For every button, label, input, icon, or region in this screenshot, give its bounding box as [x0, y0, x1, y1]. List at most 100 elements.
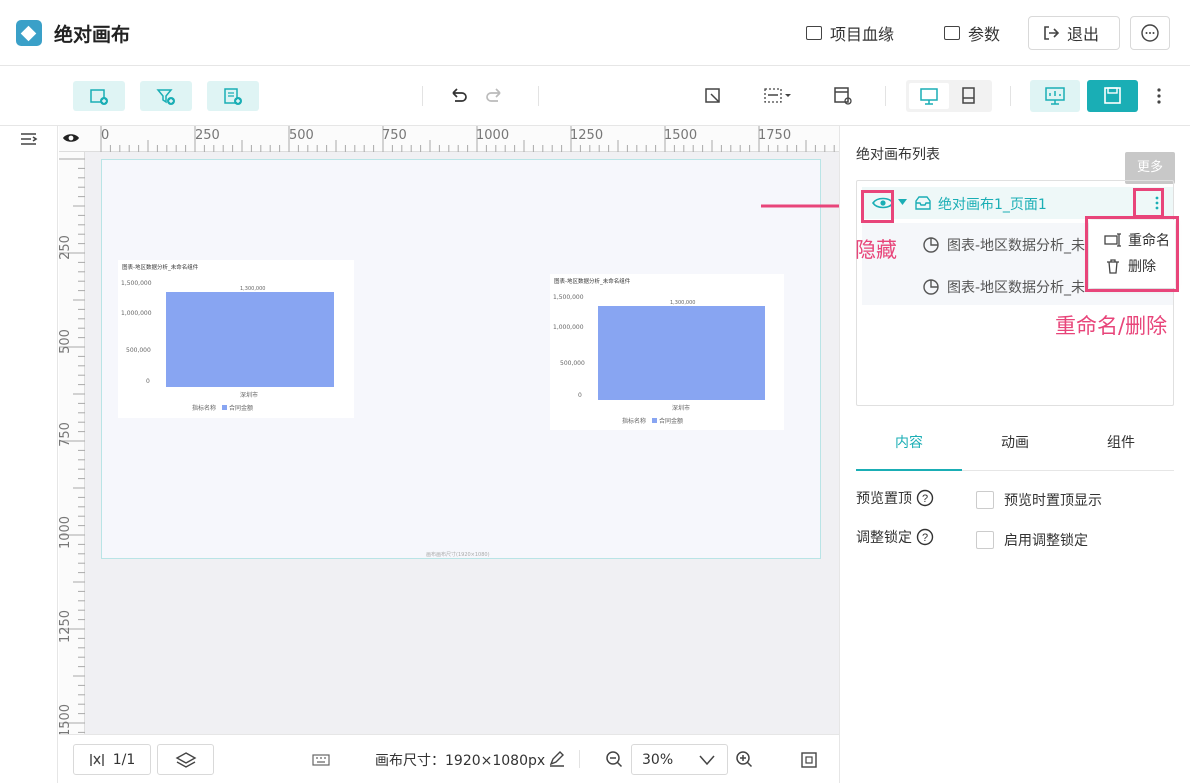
- add-table-button[interactable]: [207, 81, 259, 111]
- project-lineage-button[interactable]: 项目血缘: [806, 16, 894, 50]
- outline-list-icon[interactable]: [20, 132, 38, 148]
- canvas-size-label: 画布尺寸：1920×1080px: [375, 753, 546, 769]
- zoom-in-icon[interactable]: [735, 750, 755, 770]
- y-tick: 1,500,000: [121, 280, 152, 287]
- annotation-hide-label: 隐藏: [855, 238, 897, 262]
- y-tick: 500,000: [560, 360, 585, 367]
- left-sidebar: [0, 66, 58, 783]
- annotation-box-eye: [861, 190, 894, 223]
- params-button[interactable]: 参数: [944, 16, 1000, 50]
- list-item-chart[interactable]: 图表-地区数据分析_未: [923, 235, 1085, 255]
- layers-button[interactable]: [157, 744, 214, 775]
- setting-label: 预览置顶: [856, 491, 912, 507]
- checkbox[interactable]: [976, 491, 994, 509]
- ruler-label: 500: [289, 128, 314, 143]
- desktop-icon: [920, 88, 938, 105]
- undo-icon[interactable]: [447, 85, 469, 107]
- chart-widget-1[interactable]: 图表-地区数据分析_未命名组件 1,500,000 1,000,000 500,…: [118, 260, 354, 418]
- page-navigator-button[interactable]: 1/1: [73, 744, 151, 775]
- legend-label: 指标名称: [622, 418, 647, 425]
- ruler-label: 1250: [570, 128, 604, 143]
- help-icon[interactable]: ?: [916, 489, 934, 507]
- svg-text:?: ?: [922, 532, 928, 544]
- ruler-label: 750: [59, 422, 73, 447]
- toolbar-divider: [422, 86, 423, 106]
- lock-checkbox[interactable]: 启用调整锁定: [976, 530, 1088, 550]
- page-icon: [90, 753, 104, 766]
- save-button[interactable]: [1087, 80, 1138, 112]
- preview-button[interactable]: [1030, 80, 1080, 112]
- add-filter-button[interactable]: [140, 81, 192, 111]
- exit-button[interactable]: 退出: [1028, 16, 1120, 50]
- canvas-settings-icon[interactable]: [832, 85, 854, 107]
- more-vertical-icon[interactable]: [1150, 86, 1168, 106]
- keyboard-icon[interactable]: [312, 753, 330, 767]
- chart-bar: [166, 292, 334, 387]
- tab-animation[interactable]: 动画: [962, 429, 1068, 471]
- chart-widget-2[interactable]: 图表-地区数据分析_未命名组件 1,500,000 1,000,000 500,…: [550, 274, 784, 430]
- bar-data-label: 1,300,000: [240, 286, 266, 292]
- redo-icon[interactable]: [484, 85, 506, 107]
- tab-content[interactable]: 内容: [856, 429, 962, 471]
- toolbar-divider: [1010, 86, 1011, 106]
- lineage-icon: [806, 26, 822, 40]
- list-item-chart[interactable]: 图表-地区数据分析_未: [923, 277, 1085, 297]
- preview-top-checkbox[interactable]: 预览时置顶显示: [976, 490, 1102, 510]
- eye-icon[interactable]: [62, 131, 80, 145]
- ruler-label: 1500: [59, 703, 74, 734]
- table-add-icon: [224, 88, 242, 105]
- y-tick: 500,000: [126, 347, 151, 354]
- add-image-button[interactable]: [73, 81, 125, 111]
- filter-add-icon: [156, 89, 175, 105]
- page-layer-icon: [915, 196, 931, 210]
- chart-title: 图表-地区数据分析_未命名组件: [554, 279, 631, 285]
- chevron-down-icon: [699, 755, 715, 766]
- canvas-page[interactable]: 图表-地区数据分析_未命名组件 1,500,000 1,000,000 500,…: [101, 159, 821, 559]
- desktop-view-button[interactable]: [909, 83, 949, 109]
- right-panel: 绝对画布列表 更多 绝对画布1_页面1 图表-地区数据分析_未 图表-地区数据分…: [839, 126, 1190, 783]
- ruler-label: 1000: [476, 128, 510, 143]
- canvas-area[interactable]: 0 250 500 750 1000 1250 1500 1750 250 50…: [59, 126, 839, 734]
- select-frame-icon[interactable]: [702, 85, 724, 107]
- legend-label: 合同金额: [659, 418, 684, 425]
- legend-swatch: [222, 405, 227, 410]
- align-distribute-icon[interactable]: [763, 85, 793, 107]
- bottom-bar: 1/1 画布尺寸：1920×1080px 30%: [59, 734, 839, 783]
- edit-pen-icon[interactable]: [548, 751, 566, 767]
- annotation-box-more: [1133, 188, 1164, 218]
- y-tick: 0: [146, 378, 150, 385]
- toolbar-divider: [538, 86, 539, 106]
- help-icon[interactable]: ?: [916, 528, 934, 546]
- setting-row-preview-top: 预览置顶 ?: [856, 488, 934, 508]
- preview-icon: [1045, 87, 1065, 105]
- x-category-label: 深圳市: [240, 392, 259, 399]
- save-icon: [1104, 87, 1121, 104]
- legend-swatch: [652, 418, 657, 423]
- tab-bar: 内容 动画 组件: [856, 429, 1174, 471]
- toolbar-divider: [885, 86, 886, 106]
- zoom-out-icon[interactable]: [605, 750, 625, 770]
- setting-label: 调整锁定: [856, 530, 912, 546]
- ruler-label: 1500: [664, 128, 698, 143]
- mobile-view-icon[interactable]: [956, 86, 980, 106]
- more-options-button[interactable]: [1130, 16, 1170, 50]
- image-add-icon: [90, 89, 108, 105]
- page-item-label: 绝对画布1_页面1: [938, 197, 1047, 213]
- y-tick: 1,000,000: [121, 310, 152, 317]
- more-horizontal-icon: [1141, 24, 1159, 42]
- annotation-rename-delete-label: 重命名/删除: [1055, 314, 1168, 338]
- caret-down-icon[interactable]: [898, 199, 908, 207]
- tab-components[interactable]: 组件: [1068, 429, 1174, 471]
- checkbox[interactable]: [976, 531, 994, 549]
- toolbar: [0, 66, 1190, 126]
- svg-text:?: ?: [922, 493, 928, 505]
- ruler-label: 250: [195, 128, 220, 143]
- layers-icon: [175, 752, 197, 768]
- ruler-top-ticks: [100, 126, 835, 152]
- fit-screen-icon[interactable]: [801, 752, 817, 768]
- list-item-page[interactable]: 绝对画布1_页面1: [862, 187, 1173, 219]
- zoom-select[interactable]: 30%: [631, 744, 728, 775]
- bar-data-label: 1,300,000: [670, 300, 696, 306]
- zoom-value: 30%: [642, 752, 674, 768]
- ruler-label: 250: [59, 235, 73, 260]
